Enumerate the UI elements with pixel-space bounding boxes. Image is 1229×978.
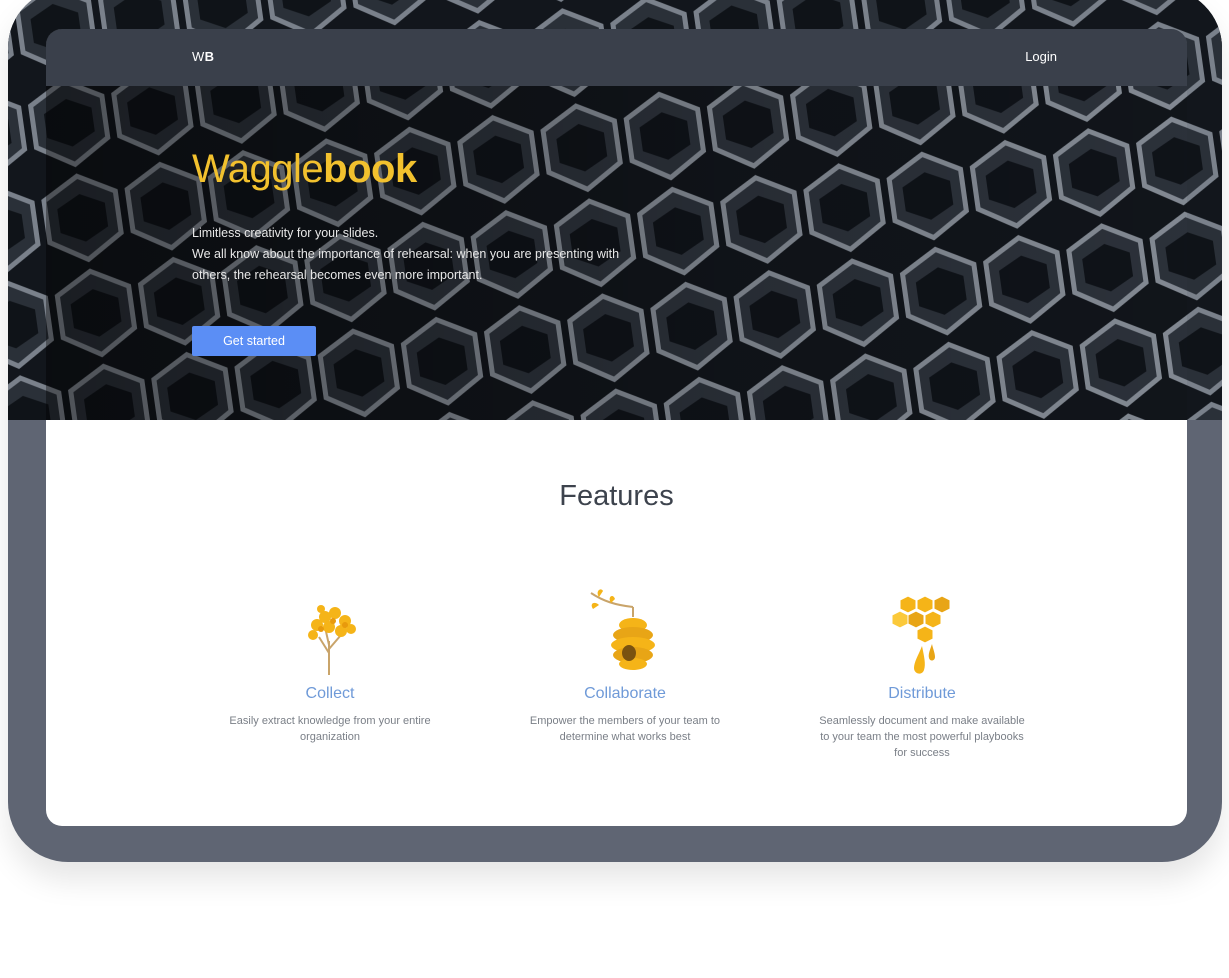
honeycomb-icon — [892, 595, 951, 674]
top-navbar: WB Login — [46, 29, 1187, 86]
feature-title: Distribute — [888, 685, 956, 702]
login-link[interactable]: Login — [1025, 49, 1057, 64]
feature-distribute: Distribute Seamlessly document and make … — [802, 577, 1042, 761]
feature-description-line: Empower the members of your team to — [529, 715, 721, 727]
feature-description-line: Easily extract knowledge from your entir… — [229, 715, 431, 727]
logo-text-light: W — [192, 49, 205, 64]
feature-description: Seamlessly document and make available t… — [802, 713, 1042, 761]
brand-title-light: Waggle — [192, 147, 324, 191]
get-started-button[interactable]: Get started — [192, 326, 316, 356]
brand-title-bold: book — [323, 147, 417, 191]
feature-title: Collect — [305, 685, 355, 702]
brand-title: Wagglebook — [192, 147, 417, 192]
feature-collaborate: Collaborate Empower the members of your … — [505, 577, 745, 745]
feature-description: Empower the members of your team to dete… — [505, 713, 745, 745]
logo-text-bold: B — [204, 49, 215, 64]
beehive-icon — [590, 589, 655, 670]
tree-icon — [308, 605, 356, 675]
feature-description-line: for success — [894, 747, 950, 759]
tagline-line: others, the rehearsal becomes even more … — [192, 268, 483, 282]
feature-description-line: Seamlessly document and make available — [819, 715, 1025, 727]
feature-description-line: organization — [300, 731, 360, 743]
feature-description-line: to your team the most powerful playbooks — [820, 731, 1024, 743]
feature-description-line: determine what works best — [559, 731, 691, 743]
tagline-line: Limitless creativity for your slides. — [192, 226, 379, 240]
hero-section: WB Login Wagglebook Limitless creativity… — [46, 29, 1187, 420]
features-heading: Features — [559, 480, 674, 512]
feature-title: Collaborate — [584, 685, 666, 702]
site-logo[interactable]: WB — [192, 49, 214, 64]
feature-collect: Collect Easily extract knowledge from yo… — [210, 577, 450, 745]
tagline-line: We all know about the importance of rehe… — [192, 247, 620, 261]
hero-tagline: Limitless creativity for your slides. We… — [192, 223, 662, 286]
browser-screen: WB Login Wagglebook Limitless creativity… — [46, 29, 1187, 826]
device-frame: WB Login Wagglebook Limitless creativity… — [8, 0, 1222, 862]
feature-description: Easily extract knowledge from your entir… — [210, 713, 450, 745]
